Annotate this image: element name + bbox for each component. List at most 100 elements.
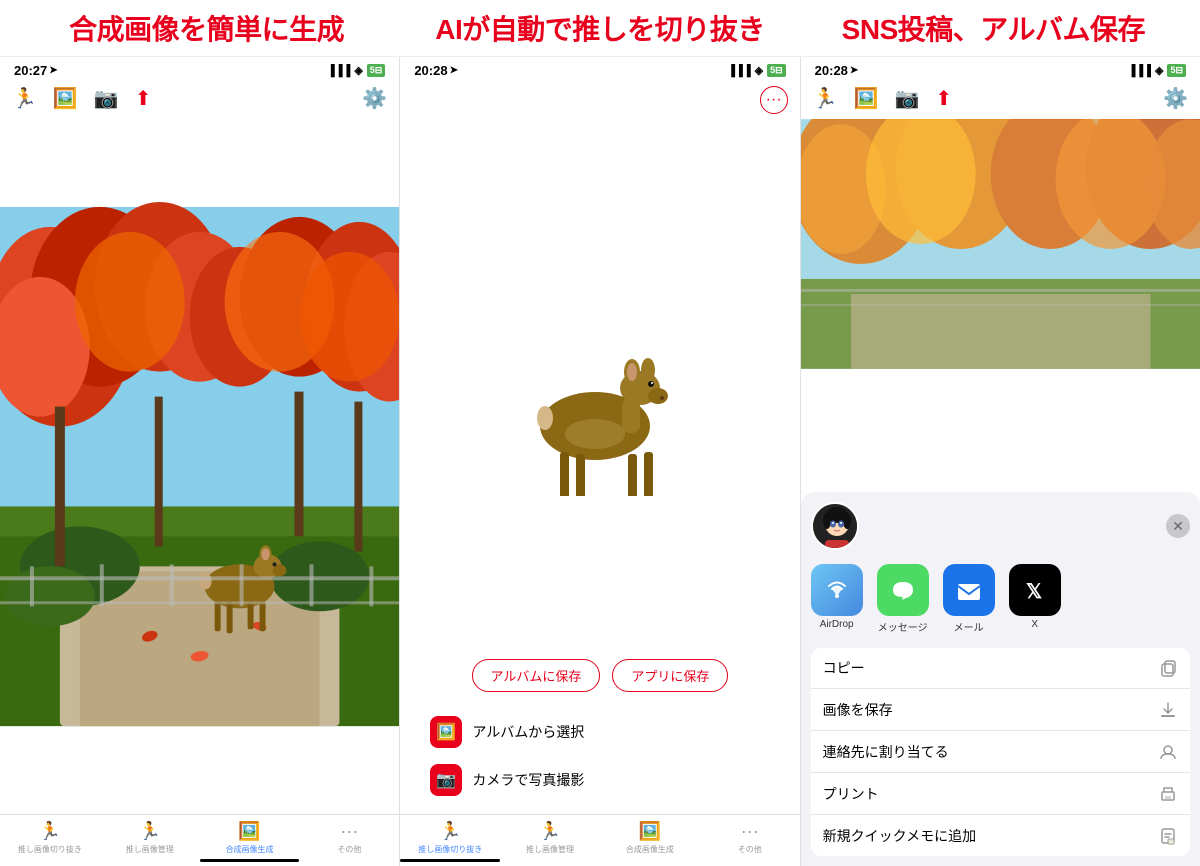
tab-item-1-3[interactable]: 🖼️ 合成画像生成 (200, 821, 300, 862)
signal-icon-3: ▐▐▐ (1128, 65, 1151, 77)
status-bar-3: 20:28 ➤ ▐▐▐ ◈ 5⊟ (801, 57, 1200, 82)
messages-icon (877, 564, 929, 616)
signal-icon: ▐▐▐ (327, 65, 350, 77)
status-bar-2: 20:28 ➤ ▐▐▐ ◈ 5⊟ (400, 57, 799, 82)
menu-copy-label: コピー (823, 658, 865, 678)
print-icon (1158, 784, 1178, 804)
tab-label-1-3: 合成画像生成 (226, 844, 274, 855)
menu-print[interactable]: プリント (811, 774, 1190, 815)
messages-label: メッセージ (878, 619, 928, 634)
wifi-icon: ◈ (354, 64, 362, 77)
location-icon-2: ➤ (450, 65, 458, 76)
mail-label: メール (954, 619, 984, 634)
mail-icon (943, 564, 995, 616)
tab-bar-2: 🏃 推し画像切り抜き 🏃 推し画像管理 🖼️ 合成画像生成 ··· その他 (400, 814, 799, 866)
menu-save-image[interactable]: 画像を保存 (811, 690, 1190, 731)
tab-label-2-1: 推し画像切り抜き (418, 844, 482, 855)
tab-item-2-3[interactable]: 🖼️ 合成画像生成 (600, 821, 700, 862)
share-messages[interactable]: メッセージ (877, 564, 929, 634)
tab-item-2-2[interactable]: 🏃 推し画像管理 (500, 821, 600, 862)
signal-icon-2: ▐▐▐ (727, 65, 750, 77)
status-bar-1: 20:27 ➤ ▐▐▐ ◈ 5⊟ (0, 57, 399, 82)
phone-panel-1: 20:27 ➤ ▐▐▐ ◈ 5⊟ 🏃 🖼️ 📷 ⬆ ⚙️ (0, 57, 400, 866)
header-title-1: 合成画像を簡単に生成 (10, 8, 403, 48)
menu-quick-memo[interactable]: 新規クイックメモに追加 (811, 816, 1190, 856)
menu-row-album[interactable]: 🖼️ アルバムから選択 (410, 708, 789, 756)
save-album-btn[interactable]: アルバムに保存 (472, 659, 601, 692)
tab-label-2-4: その他 (738, 844, 762, 855)
toolbar-2: ··· (400, 82, 799, 122)
more-dots-btn[interactable]: ··· (760, 86, 788, 114)
x-icon: 𝕏 (1009, 564, 1061, 616)
share-airdrop[interactable]: AirDrop (811, 564, 863, 634)
phone-panel-2: 20:28 ➤ ▐▐▐ ◈ 5⊟ ··· (400, 57, 800, 866)
tab-label-1-4: その他 (337, 844, 361, 855)
copy-icon (1158, 658, 1178, 678)
avatar-image (813, 504, 857, 548)
tab-item-1-4[interactable]: ··· その他 (299, 821, 399, 862)
album-icon: 🖼️ (430, 716, 462, 748)
time-2: 20:28 ➤ (414, 63, 458, 78)
tab-item-1-2[interactable]: 🏃 推し画像管理 (100, 821, 200, 862)
phone-panel-3: 20:28 ➤ ▐▐▐ ◈ 5⊟ 🏃 🖼️ 📷 ⬆ ⚙️ (801, 57, 1200, 866)
extracted-deer (410, 132, 789, 659)
save-icon (1158, 700, 1178, 720)
share-menu-group: コピー 画像を保存 連絡先に割り当てる プリント (811, 648, 1190, 856)
header-title-3: SNS投稿、アルバム保存 (797, 8, 1190, 48)
tab-item-2-4[interactable]: ··· その他 (700, 821, 800, 862)
action-buttons: アルバムに保存 アプリに保存 (472, 659, 729, 692)
save-app-btn[interactable]: アプリに保存 (612, 659, 728, 692)
run-icon-3[interactable]: 🏃 (813, 86, 838, 111)
tab-underline-2 (400, 859, 500, 862)
camera-icon-3[interactable]: 📷 (894, 86, 919, 111)
tab-icon-compose-1: 🖼️ (238, 821, 260, 842)
header-banner: 合成画像を簡単に生成 AIが自動で推しを切り抜き SNS投稿、アルバム保存 (0, 0, 1200, 57)
share-mail[interactable]: メール (943, 564, 995, 634)
tab-item-2-1[interactable]: 🏃 推し画像切り抜き (400, 821, 500, 862)
airdrop-icon (811, 564, 863, 616)
battery-1: 5⊟ (367, 64, 386, 77)
share-sheet: ✕ (801, 492, 1200, 866)
airdrop-label: AirDrop (820, 619, 854, 630)
share-sheet-area: ✕ (801, 369, 1200, 866)
share-close-btn[interactable]: ✕ (1166, 514, 1190, 538)
toolbar-1: 🏃 🖼️ 📷 ⬆ ⚙️ (0, 82, 399, 119)
tab-icon-manage-1: 🏃 (139, 821, 161, 842)
menu-memo-label: 新規クイックメモに追加 (823, 826, 976, 846)
menu-print-label: プリント (823, 784, 879, 804)
tab-icon-manage-2: 🏃 (539, 821, 561, 842)
share-icon-3[interactable]: ⬆ (935, 86, 952, 111)
menu-row-camera[interactable]: 📷 カメラで写真撮影 (410, 756, 789, 804)
gear-icon-3[interactable]: ⚙️ (1163, 86, 1188, 111)
location-icon: ➤ (49, 65, 57, 76)
battery-2: 5⊟ (767, 64, 786, 77)
photo-icon-3[interactable]: 🖼️ (854, 86, 879, 111)
memo-icon (1158, 826, 1178, 846)
share-x[interactable]: 𝕏 X (1009, 564, 1061, 634)
tab-item-1-1[interactable]: 🏃 推し画像切り抜き (0, 821, 100, 862)
camera-menu-icon: 📷 (430, 764, 462, 796)
tab-label-2-2: 推し画像管理 (526, 844, 574, 855)
tab-label-1-2: 推し画像管理 (126, 844, 174, 855)
location-icon-3: ➤ (850, 65, 858, 76)
menu-copy[interactable]: コピー (811, 648, 1190, 689)
status-icons-1: ▐▐▐ ◈ 5⊟ (327, 64, 385, 77)
menu-label-camera: カメラで写真撮影 (472, 770, 584, 790)
panel2-content: アルバムに保存 アプリに保存 🖼️ アルバムから選択 📷 カメラで写真撮影 (400, 122, 799, 814)
camera-icon[interactable]: 📷 (94, 86, 119, 111)
contact-icon (1158, 742, 1178, 762)
tab-bar-1: 🏃 推し画像切り抜き 🏃 推し画像管理 🖼️ 合成画像生成 ··· その他 (0, 814, 399, 866)
gear-icon[interactable]: ⚙️ (362, 86, 387, 111)
panel3-scene (801, 119, 1200, 369)
battery-3: 5⊟ (1167, 64, 1186, 77)
run-icon[interactable]: 🏃 (12, 86, 37, 111)
wifi-icon-2: ◈ (755, 64, 763, 77)
menu-assign-contact[interactable]: 連絡先に割り当てる (811, 732, 1190, 773)
photo-icon[interactable]: 🖼️ (53, 86, 78, 111)
tab-icon-run-2: 🏃 (439, 821, 461, 842)
tab-label-2-3: 合成画像生成 (626, 844, 674, 855)
share-preview-avatar (811, 502, 859, 550)
header-title-2: AIが自動で推しを切り抜き (403, 8, 796, 48)
tab-icon-compose-2: 🖼️ (639, 821, 661, 842)
share-icon[interactable]: ⬆ (135, 86, 152, 111)
